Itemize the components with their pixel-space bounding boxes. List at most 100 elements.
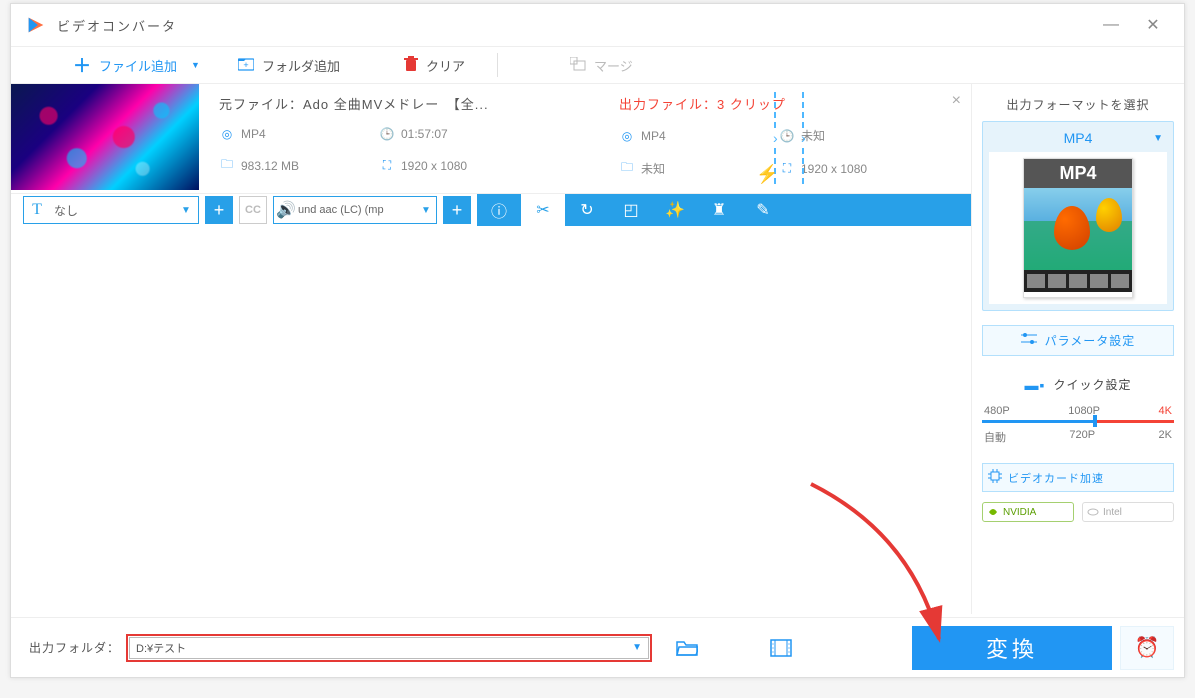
rotate-button[interactable]: ↻ — [565, 194, 609, 226]
edit-tools: ⓘ ✂ ↻ ◰ ✨ ♜ ✎ — [477, 194, 971, 226]
bolt-icon: ⚡ — [756, 164, 778, 185]
resolution-labels-bottom: 自動 720P 2K — [982, 429, 1174, 445]
add-subtitle-button[interactable]: + — [205, 196, 233, 224]
subtitle-select[interactable]: T なし ▼ — [23, 196, 199, 224]
schedule-button[interactable]: ⏰ — [1120, 626, 1174, 670]
file-info: × 元ファイル：Ado 全曲MVメドレー 【全... ◎ MP4 🕒 01:57:0… — [199, 84, 971, 193]
format-value: MP4 — [1064, 130, 1093, 146]
file-row: × 元ファイル：Ado 全曲MVメドレー 【全... ◎ MP4 🕒 01:57:0… — [11, 84, 971, 194]
clear-label: クリア — [426, 56, 465, 75]
output-path-highlight: D:¥テスト ▼ — [126, 634, 652, 662]
format-preview: MP4 — [989, 152, 1167, 304]
trash-icon — [404, 56, 418, 75]
parameter-settings-button[interactable]: パラメータ設定 — [982, 325, 1174, 356]
nvidia-icon — [987, 506, 999, 518]
src-size: 983.12 MB — [241, 159, 299, 173]
add-folder-label: フォルダ追加 — [262, 56, 340, 75]
format-card-label: MP4 — [1024, 159, 1132, 188]
convert-button[interactable]: 変換 — [912, 626, 1112, 670]
mp4-card-icon: MP4 — [1023, 158, 1133, 298]
output-title: 出力ファイル：3 クリップ — [619, 94, 971, 113]
resolution-slider[interactable] — [982, 420, 1174, 423]
subtitle-value: なし — [50, 202, 174, 219]
cut-button[interactable]: ✂ — [521, 194, 565, 226]
app-window: ビデオコンバータ ― ✕ ＋ ファイル追加 ▼ + フォルダ追加 クリア — [10, 3, 1185, 678]
convert-label: 変換 — [986, 632, 1038, 664]
format-dropdown[interactable]: MP4 ▼ — [989, 128, 1167, 152]
source-title: 元ファイル：Ado 全曲MVメドレー 【全... — [219, 94, 589, 113]
text-icon: T — [24, 201, 50, 219]
track-toolbar: T なし ▼ + CC 🔊 und aac (LC) (mp ▼ + ⓘ ✂ ↻… — [11, 194, 971, 226]
add-file-label: ファイル追加 — [99, 56, 177, 75]
toolbar-separator — [497, 53, 498, 77]
folder-plus-icon: + — [238, 57, 254, 74]
app-logo-icon — [25, 14, 47, 36]
quick-icon: ▬▪ — [1025, 377, 1046, 393]
merge-label: マージ — [594, 56, 633, 75]
close-button[interactable]: ✕ — [1144, 16, 1162, 34]
output-format-title: 出力フォーマットを選択 — [982, 96, 1174, 113]
format-selector[interactable]: MP4 ▼ MP4 — [982, 121, 1174, 311]
watermark-button[interactable]: ♜ — [697, 194, 741, 226]
intel-icon — [1087, 506, 1099, 518]
chevron-down-icon: ▼ — [416, 205, 436, 216]
merge-button[interactable]: マージ — [558, 56, 645, 75]
clock-icon: 🕒 — [779, 129, 795, 143]
param-label: パラメータ設定 — [1045, 332, 1136, 349]
intel-badge: Intel — [1082, 502, 1174, 522]
nvidia-badge: NVIDIA — [982, 502, 1074, 522]
add-audio-button[interactable]: + — [443, 196, 471, 224]
output-info: 出力ファイル：3 クリップ ◎MP4 🕒未知 🗀未知 ⛶1920 x 1080 — [589, 94, 971, 193]
output-path-value: D:¥テスト — [136, 640, 186, 656]
remove-file-button[interactable]: × — [952, 92, 961, 110]
main-toolbar: ＋ ファイル追加 ▼ + フォルダ追加 クリア マージ — [11, 46, 1184, 84]
edit-button[interactable]: ✎ — [741, 194, 785, 226]
resolution-labels-top: 480P 1080P 4K — [982, 405, 1174, 417]
src-resolution: 1920 x 1080 — [401, 159, 467, 173]
format-icon: ◎ — [219, 127, 235, 141]
out-size: 未知 — [641, 160, 665, 177]
audio-select[interactable]: 🔊 und aac (LC) (mp ▼ — [273, 196, 437, 224]
cc-button[interactable]: CC — [239, 196, 267, 224]
app-title: ビデオコンバータ — [57, 16, 177, 35]
output-folder-label: 出力フォルダ： — [29, 639, 120, 656]
gpu-accel-button[interactable]: ビデオカード加速 — [982, 463, 1174, 492]
folder-icon: 🗀 — [619, 158, 635, 179]
main-area: × 元ファイル：Ado 全曲MVメドレー 【全... ◎ MP4 🕒 01:57:0… — [11, 84, 1184, 614]
audio-value: und aac (LC) (mp — [298, 204, 416, 216]
title-bar: ビデオコンバータ ― ✕ — [11, 4, 1184, 46]
add-folder-button[interactable]: + フォルダ追加 — [226, 56, 352, 75]
slider-handle[interactable] — [1093, 415, 1097, 427]
output-format-panel: 出力フォーマットを選択 MP4 ▼ MP4 パラメ — [971, 84, 1184, 614]
crop-button[interactable]: ◰ — [609, 194, 653, 226]
src-format: MP4 — [241, 127, 266, 141]
output-path-select[interactable]: D:¥テスト ▼ — [129, 637, 649, 659]
effects-button[interactable]: ✨ — [653, 194, 697, 226]
source-info: 元ファイル：Ado 全曲MVメドレー 【全... ◎MP4 🕒01:57:07 … — [199, 94, 589, 193]
info-button[interactable]: ⓘ — [477, 194, 521, 226]
folder-icon: 🗀 — [219, 155, 235, 176]
merge-icon — [570, 57, 586, 74]
speaker-icon: 🔊 — [274, 200, 298, 220]
out-format: MP4 — [641, 129, 666, 143]
quick-settings-title: ▬▪ クイック設定 — [982, 376, 1174, 393]
chevron-down-icon: ▼ — [191, 60, 200, 70]
sliders-icon — [1021, 333, 1037, 348]
format-icon: ◎ — [619, 129, 635, 143]
video-thumbnail[interactable] — [11, 84, 199, 190]
gpu-badges: NVIDIA Intel — [982, 502, 1174, 522]
video-folder-button[interactable] — [764, 635, 798, 661]
chevron-down-icon: ▼ — [1153, 133, 1163, 144]
add-file-button[interactable]: ＋ ファイル追加 ▼ — [61, 52, 212, 78]
chevron-down-icon: ▼ — [632, 642, 642, 653]
resolution-icon: ⛶ — [779, 161, 795, 176]
plus-icon: ＋ — [73, 52, 91, 78]
src-duration: 01:57:07 — [401, 127, 448, 141]
minimize-button[interactable]: ― — [1102, 16, 1120, 34]
gpu-label: ビデオカード加速 — [1008, 470, 1104, 486]
open-folder-button[interactable] — [670, 635, 704, 661]
clock-icon: 🕒 — [379, 127, 395, 141]
clear-button[interactable]: クリア — [392, 56, 477, 75]
out-resolution: 1920 x 1080 — [801, 162, 867, 176]
file-list-panel: × 元ファイル：Ado 全曲MVメドレー 【全... ◎ MP4 🕒 01:57:0… — [11, 84, 971, 614]
